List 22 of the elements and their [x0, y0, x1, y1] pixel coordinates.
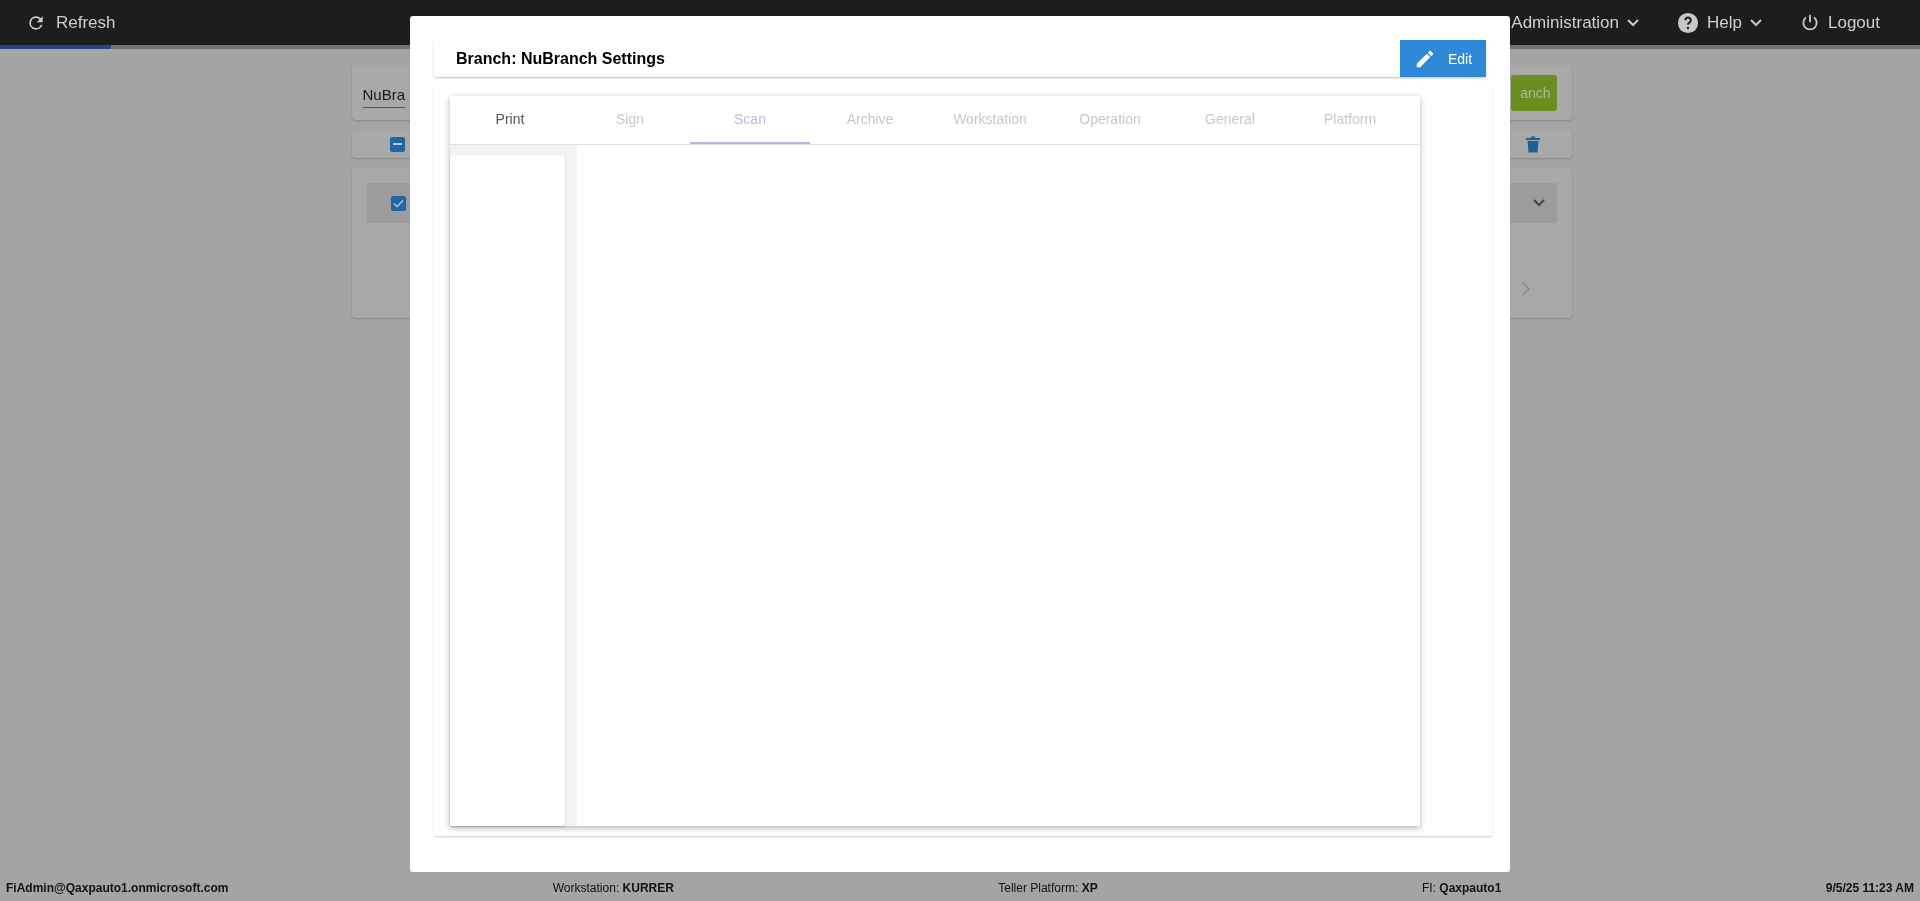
help-menu[interactable]: Help: [1677, 11, 1762, 34]
row-checkbox[interactable]: [390, 195, 406, 211]
caret-icon: [1750, 18, 1762, 27]
status-item: Teller Platform: XP: [998, 881, 1098, 895]
chevron-down-icon[interactable]: [1532, 199, 1545, 207]
refresh-button[interactable]: Refresh: [26, 12, 116, 33]
administration-menu[interactable]: Administration: [1511, 12, 1640, 33]
status-item: FI: Qaxpauto1: [1422, 881, 1502, 895]
select-all-checkbox[interactable]: [389, 136, 405, 152]
power-icon: [1800, 12, 1820, 33]
user-email: FiAdmin@Qaxpauto1.onmicrosoft.com: [6, 881, 229, 895]
branch-field[interactable]: NuBra: [362, 77, 406, 108]
status-time: 9/5/25 11:23 AM: [1825, 881, 1914, 895]
add-branch-button[interactable]: anch: [1510, 74, 1557, 111]
logout-button[interactable]: Logout: [1800, 12, 1880, 33]
dialog-title: Branch: NuBranch Settings: [456, 49, 665, 68]
edit-button[interactable]: Edit: [1400, 40, 1486, 77]
status-item: Workstation: KURRER: [552, 881, 674, 895]
help-icon: [1677, 11, 1700, 34]
caret-icon: [1627, 18, 1640, 27]
settings-tab[interactable]: Print: [450, 96, 570, 144]
trash-icon[interactable]: [1525, 135, 1540, 153]
